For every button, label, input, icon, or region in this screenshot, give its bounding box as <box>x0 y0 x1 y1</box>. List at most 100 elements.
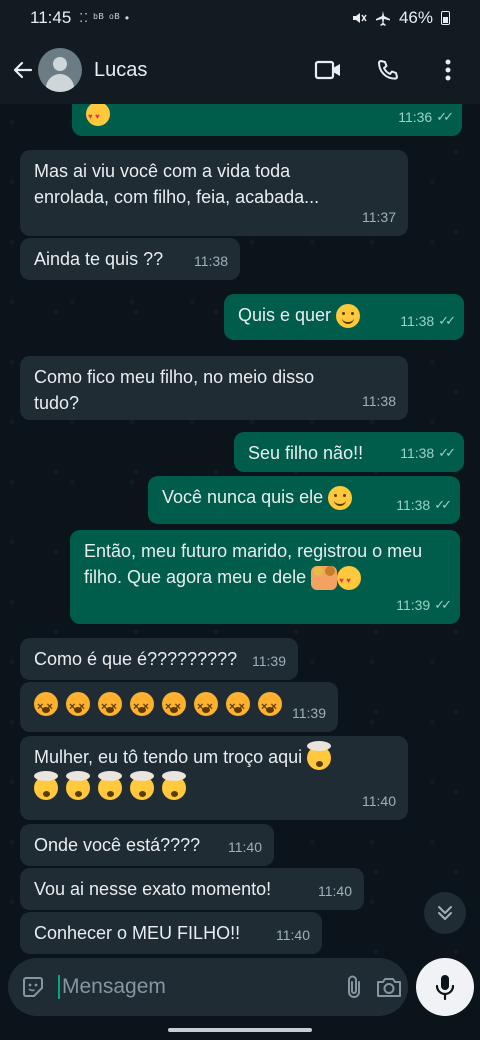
dizzy-face-icon <box>66 692 90 720</box>
status-bar: 11:45 ⁚⁚ ᵇᴮ ᵒᴮ • 46% <box>0 0 480 36</box>
video-camera-icon <box>314 60 340 80</box>
notification-icons: ⁚⁚ ᵇᴮ ᵒᴮ • <box>79 11 131 25</box>
message-time: 11:37 <box>362 209 396 225</box>
message-incoming[interactable]: Onde você está???? 11:40 <box>20 824 274 866</box>
exploding-head-icon <box>34 771 58 801</box>
dizzy-face-icon <box>258 692 282 720</box>
message-text: Quis e quer <box>238 305 332 325</box>
video-call-button[interactable] <box>312 54 344 86</box>
couple-icon <box>311 566 338 591</box>
message-outgoing[interactable]: Quis e quer 11:38 ✓✓ <box>224 294 464 340</box>
message-time: 11:38 ✓✓ <box>396 492 452 518</box>
more-options-button[interactable] <box>432 54 464 86</box>
message-incoming[interactable]: Como é que é????????? 11:39 <box>20 638 298 680</box>
message-time: 11:39 <box>252 653 286 669</box>
phone-icon <box>378 60 398 80</box>
scroll-to-bottom-button[interactable] <box>424 892 466 934</box>
voice-message-button[interactable] <box>416 958 474 1016</box>
message-time: 11:39 ✓✓ <box>396 592 452 618</box>
header-actions <box>312 54 464 86</box>
camera-button[interactable] <box>375 969 403 1005</box>
message-outgoing[interactable]: 11:36✓✓ <box>72 104 462 136</box>
message-text: Você nunca quis ele <box>162 487 324 507</box>
message-input[interactable] <box>58 975 333 999</box>
double-check-icon: ✓✓ <box>438 313 456 328</box>
double-check-icon: ✓✓ <box>438 445 456 460</box>
paperclip-icon <box>348 975 360 998</box>
back-button[interactable] <box>10 55 36 85</box>
message-text: Conhecer o MEU FILHO!! <box>34 923 241 943</box>
chat-area[interactable]: 11:36✓✓ Mas ai viu você com a vida toda … <box>0 104 480 954</box>
smiling-face-icon <box>328 486 353 511</box>
airplane-icon <box>375 11 390 26</box>
home-indicator <box>168 1028 312 1032</box>
exploding-head-icon <box>98 771 122 801</box>
message-outgoing[interactable]: Você nunca quis ele 11:38 ✓✓ <box>148 476 460 524</box>
message-outgoing[interactable]: Seu filho não!! 11:38 ✓✓ <box>234 432 464 472</box>
sticker-button[interactable] <box>20 972 46 1002</box>
double-check-icon: ✓✓ <box>436 109 454 124</box>
battery-icon <box>441 11 450 25</box>
exploding-head-icon <box>162 771 186 801</box>
message-input-bar <box>8 958 408 1016</box>
exploding-head-icon <box>66 771 90 801</box>
clock: 11:45 <box>30 8 72 27</box>
message-incoming[interactable]: 11:39 <box>20 682 338 732</box>
kebab-menu-icon <box>445 59 451 81</box>
avatar[interactable] <box>38 48 82 92</box>
smiling-face-icon <box>336 304 361 329</box>
double-check-icon: ✓✓ <box>434 497 452 512</box>
message-time: 11:38 <box>194 253 228 269</box>
message-text: Onde você está???? <box>34 835 201 855</box>
message-text: Mas ai viu você com a vida toda enrolada… <box>34 161 320 207</box>
sticker-icon <box>23 977 43 997</box>
camera-icon <box>377 978 401 997</box>
message-time: 11:40 <box>362 793 396 809</box>
message-incoming[interactable]: Vou ai nesse exato momento! 11:40 <box>20 868 364 910</box>
message-incoming[interactable]: Como fico meu filho, no meio disso tudo?… <box>20 356 408 420</box>
message-text: Como fico meu filho, no meio disso tudo? <box>34 367 315 413</box>
message-time: 11:38 ✓✓ <box>400 308 456 334</box>
smiling-face-with-hearts-icon <box>86 104 110 130</box>
message-outgoing[interactable]: Então, meu futuro marido, registrou o me… <box>70 530 460 624</box>
message-text: Como é que é????????? <box>34 649 238 669</box>
dizzy-face-icon <box>226 692 250 720</box>
message-time: 11:39 <box>292 705 326 721</box>
message-text: Vou ai nesse exato momento! <box>34 879 272 899</box>
arrow-left-icon <box>13 61 33 79</box>
message-incoming[interactable]: Ainda te quis ?? 11:38 <box>20 238 240 280</box>
voice-call-button[interactable] <box>372 54 404 86</box>
message-text: Então, meu futuro marido, registrou o me… <box>84 538 444 594</box>
dizzy-face-icon <box>34 692 58 720</box>
message-incoming[interactable]: Conhecer o MEU FILHO!! 11:40 <box>20 912 322 954</box>
message-time: 11:40 <box>228 839 262 855</box>
dizzy-face-icon <box>98 692 122 720</box>
emoji-row <box>34 690 324 720</box>
chat-header: Lucas <box>0 36 480 104</box>
dizzy-face-icon <box>194 692 218 720</box>
message-time: 11:36 ✓✓ <box>398 104 454 130</box>
double-check-icon: ✓✓ <box>434 597 452 612</box>
message-text: Mulher, eu tô tendo um troço aqui <box>34 741 394 771</box>
attach-button[interactable] <box>343 969 365 1005</box>
contact-name[interactable]: Lucas <box>94 59 312 82</box>
exploding-head-icon <box>130 771 154 801</box>
status-left: 11:45 ⁚⁚ ᵇᴮ ᵒᴮ • <box>30 8 130 28</box>
message-time: 11:38 <box>362 393 396 409</box>
exploding-head-icon <box>307 741 332 771</box>
battery-percent: 46% <box>398 8 433 27</box>
dizzy-face-icon <box>162 692 186 720</box>
message-time: 11:40 <box>318 883 352 899</box>
smiling-face-with-hearts-icon <box>337 566 362 594</box>
message-time: 11:40 <box>276 927 310 943</box>
message-text: Ainda te quis ?? <box>34 249 164 269</box>
message-incoming[interactable]: Mas ai viu você com a vida toda enrolada… <box>20 150 408 236</box>
emoji-row <box>34 771 394 801</box>
mute-icon <box>352 13 367 23</box>
status-right: 46% <box>351 8 450 28</box>
composer <box>0 954 480 1040</box>
microphone-icon <box>435 975 455 1001</box>
message-text: Seu filho não!! <box>248 443 364 463</box>
dizzy-face-icon <box>130 692 154 720</box>
message-incoming[interactable]: Mulher, eu tô tendo um troço aqui 11:40 <box>20 736 408 820</box>
